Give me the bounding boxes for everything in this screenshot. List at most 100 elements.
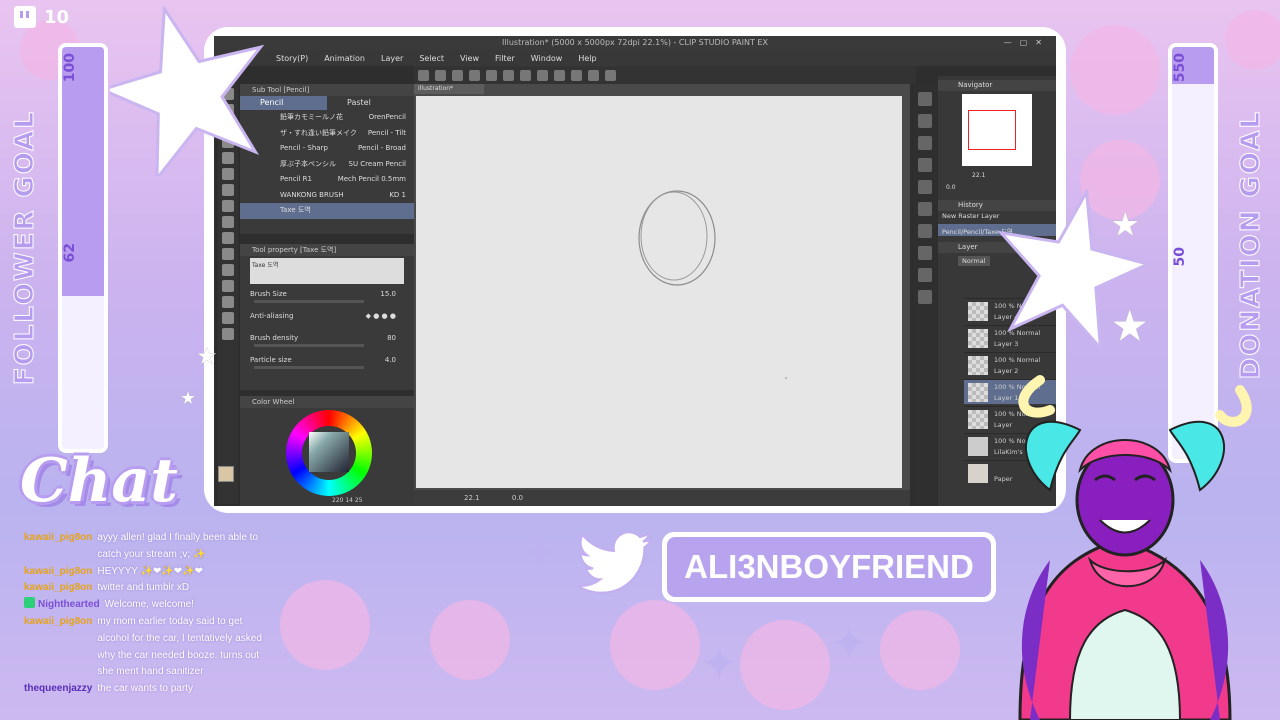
sketch-circle — [640, 191, 708, 281]
menu-select[interactable]: Select — [419, 54, 444, 63]
chat-username[interactable]: thequeenjazzy — [24, 681, 92, 698]
donation-goal-label: DONATION GOAL — [1236, 110, 1267, 380]
brush-tool-icon[interactable] — [222, 184, 234, 196]
brush-size-control[interactable]: Brush Size 15.0 — [240, 286, 414, 308]
sub-view-icon[interactable] — [918, 114, 932, 128]
navigator-viewport[interactable] — [968, 110, 1016, 150]
chat-message: thequeenjazzy the car wants to party — [24, 681, 274, 698]
undo-icon[interactable] — [486, 69, 497, 81]
canvas-zoom[interactable]: 22.1 — [464, 494, 480, 502]
viewer-count-value: 10 — [44, 6, 70, 28]
particle-size-value[interactable]: 4.0 — [385, 356, 396, 364]
brush-name: Mech Pencil 0.5mm — [337, 175, 406, 183]
canvas-tab[interactable]: Illustration* — [414, 84, 484, 94]
eraser-tool-icon[interactable] — [222, 216, 234, 228]
material-icon[interactable] — [918, 202, 932, 216]
fill-tool-icon[interactable] — [222, 248, 234, 260]
menu-filter[interactable]: Filter — [495, 54, 515, 63]
transform-icon[interactable] — [554, 69, 565, 81]
panel-icon-strip — [914, 84, 936, 506]
tool-property-panel: Tool property [Taxe 도역] Taxe 도역 Brush Si… — [240, 244, 414, 390]
snap-icon[interactable] — [588, 69, 599, 81]
brush-row[interactable]: WANKONG BRUSH KD 1 — [240, 188, 414, 204]
menu-layer[interactable]: Layer — [381, 54, 403, 63]
search-icon[interactable] — [918, 180, 932, 194]
main-color-swatch[interactable] — [218, 466, 234, 482]
chat-username[interactable]: Nighthearted — [38, 599, 100, 610]
text-tool-icon[interactable] — [222, 296, 234, 308]
chat-username[interactable]: kawaii_pig8on — [24, 580, 92, 597]
brush-name: ザ・すれ逢い鉛筆メイク — [280, 128, 357, 137]
fill-icon[interactable] — [537, 69, 548, 81]
open-icon[interactable] — [435, 69, 446, 81]
brush-name: OrenPencil — [368, 113, 406, 121]
menu-view[interactable]: View — [460, 54, 479, 63]
color-square[interactable] — [309, 432, 349, 472]
airbrush-tool-icon[interactable] — [222, 200, 234, 212]
twitter-bird-icon — [577, 531, 655, 594]
navigator-zoom[interactable]: 22.1 — [972, 172, 985, 179]
tab-pastel[interactable]: Pastel — [327, 96, 414, 110]
menu-animation[interactable]: Animation — [324, 54, 365, 63]
anti-aliasing-control[interactable]: Anti-aliasing ◆ ● ● ● — [240, 308, 414, 330]
brush-density-slider[interactable] — [254, 344, 364, 347]
menu-bar: Story(P) Animation Layer Select View Fil… — [214, 50, 1056, 66]
window-controls[interactable]: —▢✕ — [1004, 36, 1050, 50]
brush-name: Pencil - Tilt — [367, 128, 406, 137]
canvas-paper[interactable] — [416, 96, 902, 488]
gradient-tool-icon[interactable] — [222, 264, 234, 276]
clear-icon[interactable] — [520, 69, 531, 81]
color-readout: 220 14 25 — [332, 497, 363, 504]
follower-goal-target: 100 — [62, 53, 78, 83]
save-icon[interactable] — [452, 69, 463, 81]
sparkle-icon: ★ — [196, 342, 218, 370]
brush-name: SU Cream Pencil — [348, 159, 407, 168]
line-tool-icon[interactable] — [222, 328, 234, 340]
anti-aliasing-options[interactable]: ◆ ● ● ● — [366, 312, 396, 320]
brush-density-control[interactable]: Brush density 80 — [240, 330, 414, 352]
tool-property-title: Tool property [Taxe 도역] — [240, 244, 414, 256]
deselect-icon[interactable] — [571, 69, 582, 81]
chat-username[interactable]: kawaii_pig8on — [24, 564, 92, 581]
chat-text: ayyy allen! glad I finally been able to … — [97, 532, 259, 560]
menu-help[interactable]: Help — [578, 54, 596, 63]
blend-tool-icon[interactable] — [222, 232, 234, 244]
clip-studio-window: Illustration* (5000 x 5000px 72dpi 22.1%… — [214, 36, 1056, 506]
follower-goal-current: 62 — [62, 243, 78, 263]
chat-username[interactable]: kawaii_pig8on — [24, 614, 92, 681]
timeline-icon[interactable] — [918, 246, 932, 260]
brush-density-value[interactable]: 80 — [387, 334, 396, 342]
info-icon[interactable] — [918, 136, 932, 150]
navigator-preview[interactable] — [962, 94, 1032, 166]
brush-row-selected[interactable]: Taxe 도역 — [240, 203, 414, 219]
color-wheel[interactable] — [286, 410, 372, 496]
chat-username[interactable]: kawaii_pig8on — [24, 530, 92, 564]
menu-window[interactable]: Window — [531, 54, 563, 63]
balloon-tool-icon[interactable] — [222, 312, 234, 324]
brush-preset-name: Taxe 도역 — [252, 262, 279, 269]
chat-message: kawaii_pig8on HEYYYY ✨❤✨❤✨❤ — [24, 564, 274, 581]
export-icon[interactable] — [469, 69, 480, 81]
quick-access-icon[interactable] — [918, 290, 932, 304]
menu-story[interactable]: Story(P) — [276, 54, 308, 63]
follower-goal-bar: 100 62 — [58, 43, 108, 453]
navigator-icon[interactable] — [918, 92, 932, 106]
follower-goal-label: FOLLOWER GOAL — [10, 110, 41, 386]
figure-tool-icon[interactable] — [222, 280, 234, 292]
canvas-angle[interactable]: 0.0 — [512, 494, 523, 502]
brush-size-value[interactable]: 15.0 — [380, 290, 396, 298]
reference-icon[interactable] — [918, 268, 932, 282]
chat-message: kawaii_pig8on twitter and tumblr xD — [24, 580, 274, 597]
particle-size-slider[interactable] — [254, 366, 364, 369]
color-wheel-title: Color Wheel — [240, 396, 414, 408]
sparkle-icon: ★ — [1110, 205, 1141, 245]
vtuber-avatar — [1018, 375, 1252, 720]
particle-size-control[interactable]: Particle size 4.0 — [240, 352, 414, 374]
new-icon[interactable] — [418, 69, 429, 81]
ruler-icon[interactable] — [605, 69, 616, 81]
auto-action-icon[interactable] — [918, 224, 932, 238]
redo-icon[interactable] — [503, 69, 514, 81]
brush-size-slider[interactable] — [254, 300, 364, 303]
layer-property-icon[interactable] — [918, 158, 932, 172]
navigator-angle[interactable]: 0.0 — [946, 184, 956, 191]
